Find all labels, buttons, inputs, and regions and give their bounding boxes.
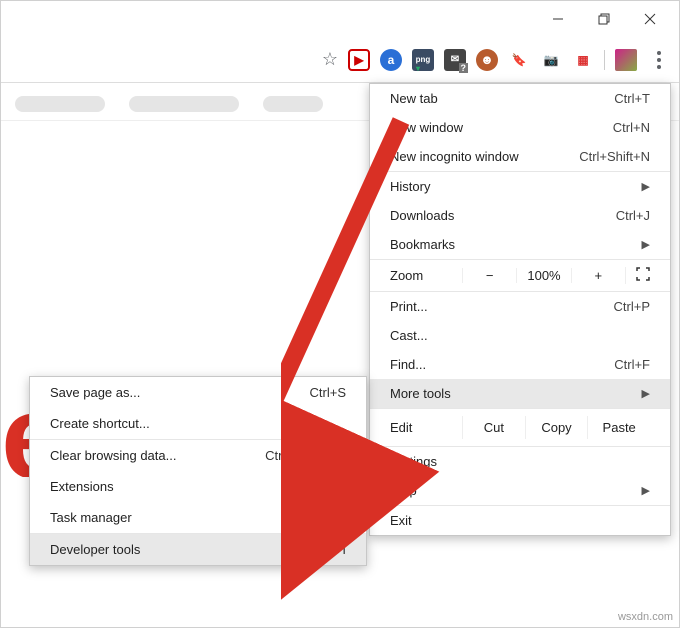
submenu-label: Create shortcut... <box>50 416 150 431</box>
submenu-shortcut: Ctrl+S <box>310 385 346 400</box>
zoom-value: 100% <box>516 268 570 283</box>
zoom-out-button[interactable]: − <box>462 268 516 283</box>
menu-label: New tab <box>390 91 438 106</box>
menu-history[interactable]: History ▶ <box>370 172 670 201</box>
chrome-main-menu: New tab Ctrl+T New window Ctrl+N New inc… <box>369 83 671 536</box>
submenu-create-shortcut[interactable]: Create shortcut... <box>30 408 366 439</box>
extension-icon-7[interactable]: 📷 <box>540 49 562 71</box>
submenu-shortcut: Shift+Esc <box>291 510 346 525</box>
extension-icon-6[interactable]: 🔖 <box>508 49 530 71</box>
submenu-shortcut: Ctrl+Shift+Del <box>265 448 346 463</box>
menu-more-tools[interactable]: More tools ▶ <box>370 379 670 408</box>
menu-help[interactable]: Help ▶ <box>370 476 670 505</box>
bookmark-item[interactable] <box>15 96 105 112</box>
toolbar-separator <box>604 50 605 70</box>
extension-icon-8[interactable]: ▦ <box>572 49 594 71</box>
menu-shortcut: Ctrl+Shift+N <box>579 149 650 164</box>
submenu-save-page[interactable]: Save page as... Ctrl+S <box>30 377 366 408</box>
chrome-menu-button[interactable] <box>647 48 671 72</box>
extension-icon-2[interactable]: a <box>380 49 402 71</box>
menu-find[interactable]: Find... Ctrl+F <box>370 350 670 379</box>
profile-avatar[interactable] <box>615 49 637 71</box>
submenu-label: Clear browsing data... <box>50 448 176 463</box>
edit-copy[interactable]: Copy <box>525 416 588 439</box>
menu-label: Help <box>390 483 417 498</box>
menu-new-incognito[interactable]: New incognito window Ctrl+Shift+N <box>370 142 670 171</box>
edit-cut[interactable]: Cut <box>462 416 525 439</box>
menu-new-tab[interactable]: New tab Ctrl+T <box>370 84 670 113</box>
menu-shortcut: Ctrl+J <box>616 208 650 223</box>
submenu-extensions[interactable]: Extensions <box>30 471 366 502</box>
bookmark-star-icon[interactable]: ☆ <box>322 49 338 70</box>
menu-edit-row: Edit Cut Copy Paste <box>370 408 670 447</box>
submenu-clear-data[interactable]: Clear browsing data... Ctrl+Shift+Del <box>30 440 366 471</box>
submenu-label: Task manager <box>50 510 132 525</box>
extension-icon-5[interactable]: ☻ <box>476 49 498 71</box>
bookmark-item[interactable] <box>129 96 239 112</box>
edit-label: Edit <box>390 420 462 435</box>
submenu-task-manager[interactable]: Task manager Shift+Esc <box>30 502 366 533</box>
menu-downloads[interactable]: Downloads Ctrl+J <box>370 201 670 230</box>
minimize-button[interactable] <box>535 4 581 34</box>
menu-label: New window <box>390 120 463 135</box>
fullscreen-button[interactable] <box>625 267 650 284</box>
menu-shortcut: Ctrl+T <box>614 91 650 106</box>
submenu-label: Save page as... <box>50 385 140 400</box>
submenu-arrow-icon: ▶ <box>642 484 650 497</box>
menu-label: New incognito window <box>390 149 519 164</box>
menu-settings[interactable]: Settings <box>370 447 670 476</box>
menu-label: Bookmarks <box>390 237 455 252</box>
menu-label: Cast... <box>390 328 428 343</box>
menu-label: Settings <box>390 454 437 469</box>
submenu-arrow-icon: ▶ <box>642 238 650 251</box>
zoom-label: Zoom <box>390 268 462 283</box>
close-button[interactable] <box>627 4 673 34</box>
zoom-in-button[interactable]: + <box>571 268 625 283</box>
extension-icon-4[interactable]: ✉? <box>444 49 466 71</box>
menu-label: Exit <box>390 513 412 528</box>
maximize-button[interactable] <box>581 4 627 34</box>
menu-shortcut: Ctrl+N <box>613 120 650 135</box>
menu-zoom-row: Zoom − 100% + <box>370 259 670 292</box>
browser-toolbar: ☆ ▶ a png▾ ✉? ☻ 🔖 📷 ▦ <box>1 37 679 83</box>
menu-exit[interactable]: Exit <box>370 506 670 535</box>
edit-paste[interactable]: Paste <box>587 416 650 439</box>
menu-shortcut: Ctrl+P <box>614 299 650 314</box>
menu-new-window[interactable]: New window Ctrl+N <box>370 113 670 142</box>
submenu-shortcut: Ctrl+Shift+I <box>281 542 346 557</box>
extension-icon-3[interactable]: png▾ <box>412 49 434 71</box>
menu-bookmarks[interactable]: Bookmarks ▶ <box>370 230 670 259</box>
menu-label: Downloads <box>390 208 454 223</box>
submenu-label: Developer tools <box>50 542 140 557</box>
menu-label: Print... <box>390 299 428 314</box>
watermark-text: wsxdn.com <box>618 611 673 623</box>
menu-print[interactable]: Print... Ctrl+P <box>370 292 670 321</box>
bookmark-item[interactable] <box>263 96 323 112</box>
menu-label: History <box>390 179 430 194</box>
submenu-arrow-icon: ▶ <box>642 180 650 193</box>
menu-label: More tools <box>390 386 451 401</box>
more-tools-submenu: Save page as... Ctrl+S Create shortcut..… <box>29 376 367 566</box>
menu-label: Find... <box>390 357 426 372</box>
extension-icon-1[interactable]: ▶ <box>348 49 370 71</box>
submenu-label: Extensions <box>50 479 114 494</box>
window-titlebar <box>1 1 679 37</box>
menu-shortcut: Ctrl+F <box>614 357 650 372</box>
submenu-developer-tools[interactable]: Developer tools Ctrl+Shift+I <box>30 534 366 565</box>
submenu-arrow-icon: ▶ <box>642 387 650 400</box>
menu-cast[interactable]: Cast... <box>370 321 670 350</box>
